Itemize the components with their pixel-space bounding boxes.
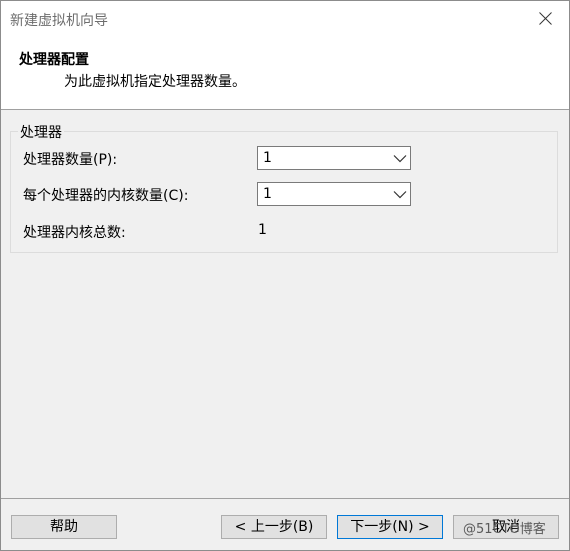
close-button[interactable] (523, 1, 569, 37)
processor-count-value: 1 (263, 150, 272, 166)
help-button[interactable]: 帮助 (11, 515, 117, 539)
processor-count-label: 处理器数量(P): (23, 152, 118, 168)
processor-count-select[interactable]: 1 (257, 146, 411, 170)
chevron-down-icon (393, 155, 407, 163)
cores-per-processor-value: 1 (263, 186, 272, 202)
chevron-down-icon (393, 191, 407, 199)
window-title: 新建虚拟机向导 (10, 13, 108, 29)
total-cores-label: 处理器内核总数: (23, 225, 126, 241)
total-cores-value: 1 (258, 222, 267, 238)
title-bar: 新建虚拟机向导 (1, 1, 569, 37)
back-button[interactable]: < 上一步(B) (221, 515, 327, 539)
wizard-header: 处理器配置 为此虚拟机指定处理器数量。 (1, 37, 569, 110)
page-title: 处理器配置 (19, 52, 89, 68)
footer-divider (1, 498, 569, 499)
cores-per-processor-label: 每个处理器的内核数量(C): (23, 188, 189, 204)
watermark: @51CTO博客 (463, 522, 546, 537)
cores-per-processor-select[interactable]: 1 (257, 182, 411, 206)
close-icon (539, 12, 552, 25)
new-vm-wizard-window: 新建虚拟机向导 处理器配置 为此虚拟机指定处理器数量。 处理器 处理器数量(P)… (0, 0, 570, 551)
processor-group-legend: 处理器 (18, 122, 64, 142)
next-button[interactable]: 下一步(N) > (337, 515, 443, 539)
page-subtitle: 为此虚拟机指定处理器数量。 (64, 74, 246, 90)
